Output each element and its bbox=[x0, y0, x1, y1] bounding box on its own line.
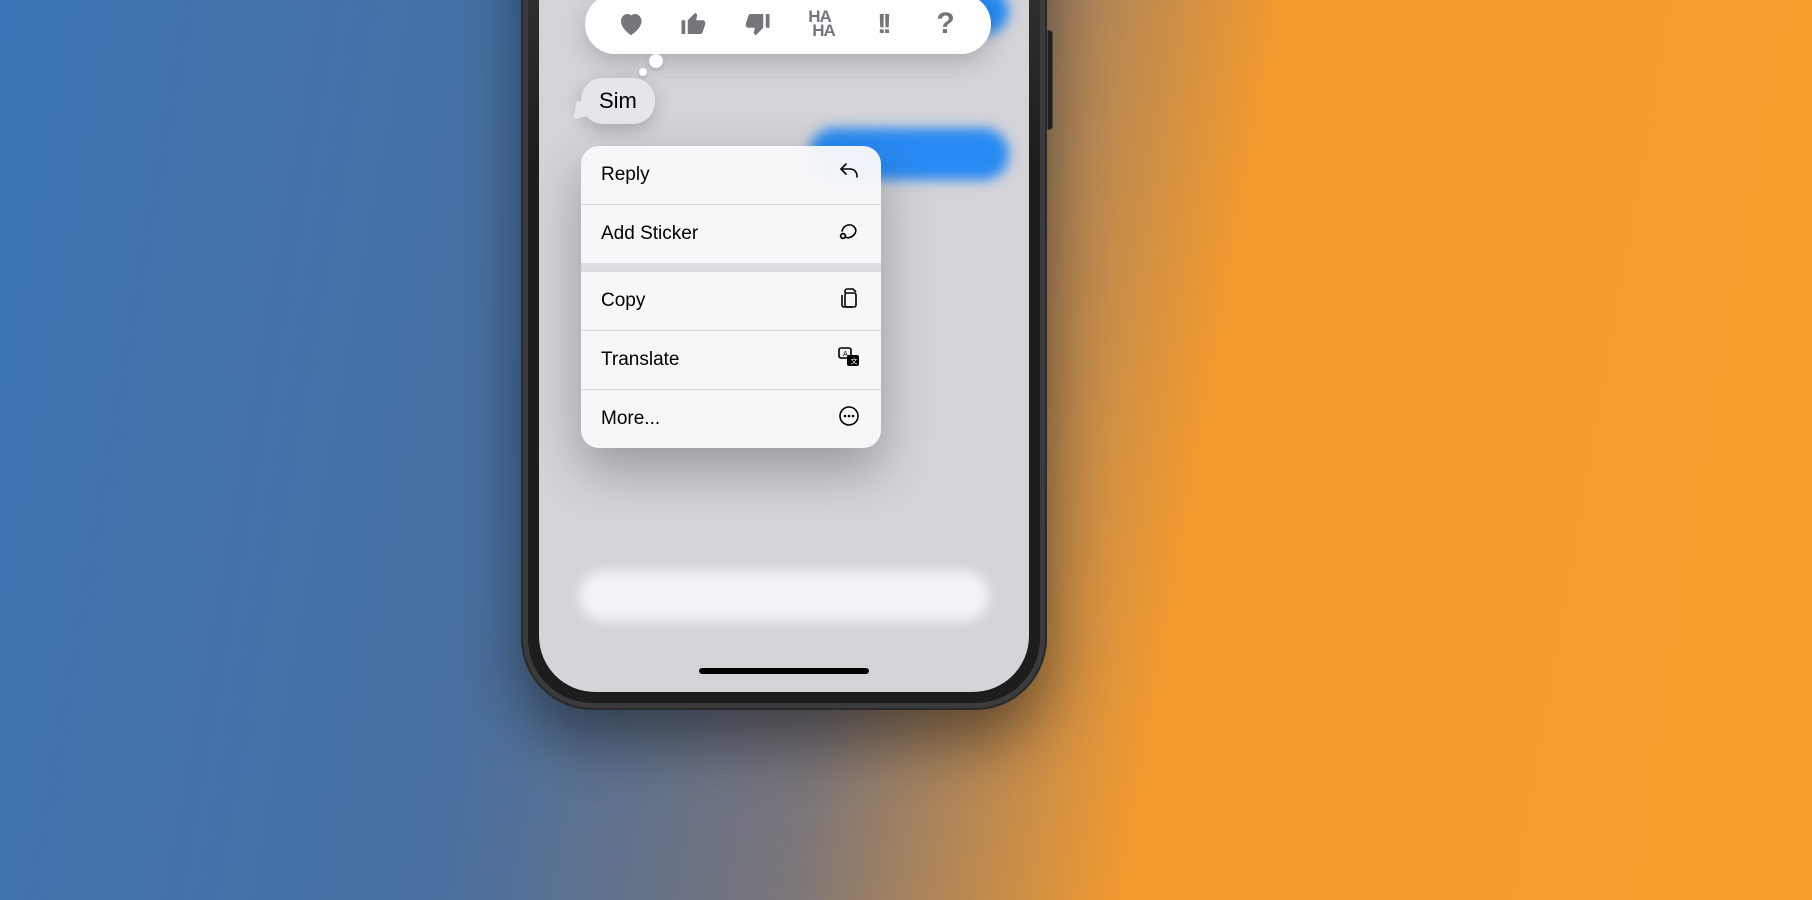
menu-item-translate[interactable]: Translate A文 bbox=[581, 330, 881, 389]
menu-label: Add Sticker bbox=[601, 223, 698, 245]
side-button bbox=[1047, 30, 1053, 130]
copy-icon bbox=[837, 286, 861, 316]
menu-label: Copy bbox=[601, 290, 645, 312]
menu-label: More... bbox=[601, 408, 660, 430]
haha-icon: HA HA bbox=[804, 10, 835, 37]
iphone-frame: HA HA !! ? Sim Reply bbox=[521, 0, 1047, 710]
message-text: Sim bbox=[599, 88, 637, 113]
tapback-question[interactable]: ? bbox=[927, 5, 965, 43]
question-icon: ? bbox=[936, 7, 954, 41]
phone-screen: HA HA !! ? Sim Reply bbox=[539, 0, 1029, 692]
tapback-thumbs-down[interactable] bbox=[738, 5, 776, 43]
svg-text:文: 文 bbox=[851, 357, 858, 366]
tapback-heart[interactable] bbox=[612, 5, 650, 43]
menu-item-copy[interactable]: Copy bbox=[581, 271, 881, 330]
thumbs-down-icon bbox=[742, 9, 772, 39]
heart-icon bbox=[616, 9, 646, 39]
tapback-context-overlay: HA HA !! ? Sim Reply bbox=[539, 0, 1029, 692]
sticker-icon bbox=[837, 219, 861, 249]
tapback-emphasize[interactable]: !! bbox=[864, 5, 902, 43]
tapback-reaction-bar: HA HA !! ? bbox=[585, 0, 991, 54]
tapback-thumbs-up[interactable] bbox=[675, 5, 713, 43]
menu-item-add-sticker[interactable]: Add Sticker bbox=[581, 204, 881, 263]
reply-arrow-icon bbox=[837, 160, 861, 190]
menu-label: Reply bbox=[601, 164, 650, 186]
selected-message-bubble[interactable]: Sim bbox=[581, 78, 655, 124]
menu-item-reply[interactable]: Reply bbox=[581, 146, 881, 204]
menu-label: Translate bbox=[601, 349, 680, 371]
tapback-haha[interactable]: HA HA bbox=[801, 5, 839, 43]
exclamation-icon: !! bbox=[877, 8, 888, 40]
home-indicator[interactable] bbox=[699, 668, 869, 674]
message-context-menu: Reply Add Sticker Copy bbox=[581, 146, 881, 448]
ellipsis-circle-icon bbox=[837, 404, 861, 434]
translate-icon: A文 bbox=[837, 345, 861, 375]
menu-item-more[interactable]: More... bbox=[581, 389, 881, 448]
thumbs-up-icon bbox=[679, 9, 709, 39]
menu-separator bbox=[581, 263, 881, 271]
